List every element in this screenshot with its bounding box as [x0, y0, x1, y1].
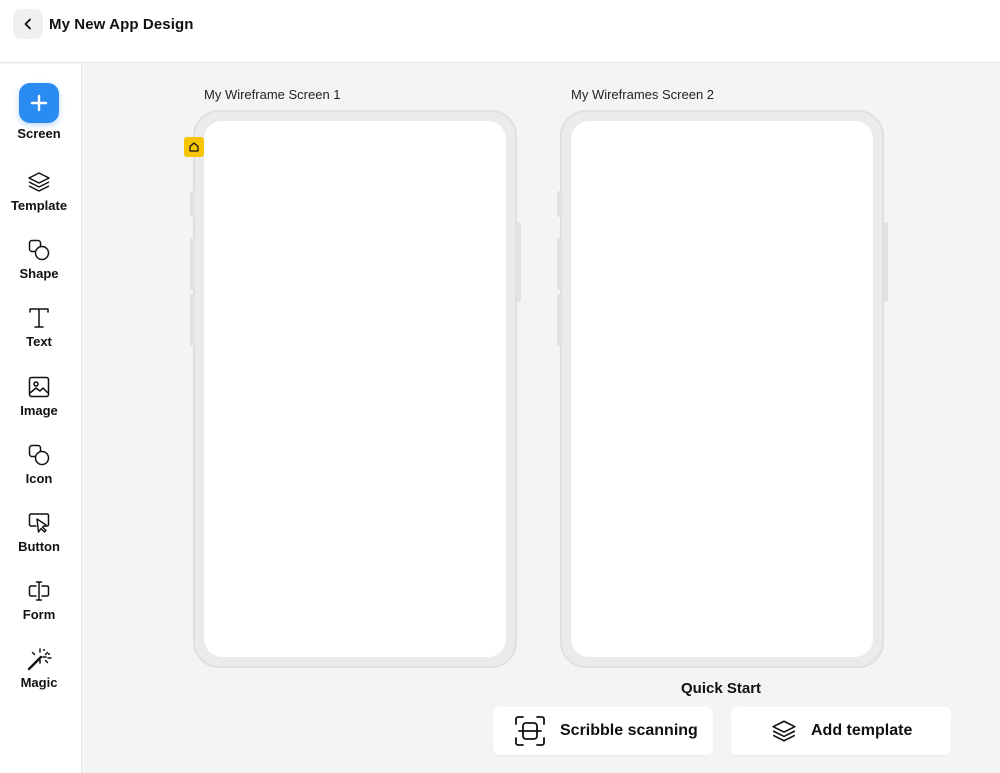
chevron-left-icon	[24, 18, 31, 30]
tool-label: Form	[22, 607, 56, 622]
scribble-scanning-button[interactable]: Scribble scanning	[493, 707, 713, 755]
tool-label: Image	[20, 403, 58, 418]
tool-label: Icon	[25, 471, 53, 486]
scan-icon	[515, 716, 545, 746]
text-cursor-icon	[28, 581, 50, 601]
app-title: My New App Design	[49, 16, 194, 33]
screen-display[interactable]	[204, 121, 506, 657]
tool-label: Screen	[17, 126, 61, 141]
screen-title[interactable]: My Wireframe Screen 1	[204, 87, 341, 102]
magic-wand-icon	[27, 648, 52, 671]
plus-icon	[30, 94, 48, 112]
back-button[interactable]	[13, 9, 43, 39]
tool-icon[interactable]: Icon	[0, 442, 78, 486]
wireframe-screen-1[interactable]	[193, 110, 517, 668]
layers-icon	[28, 172, 50, 192]
tool-label: Shape	[19, 266, 59, 281]
screen-display[interactable]	[571, 121, 873, 657]
phone-side-button	[190, 191, 194, 217]
tool-text[interactable]: Text	[0, 305, 78, 349]
tool-screen[interactable]: Screen	[0, 83, 78, 141]
image-icon	[28, 376, 50, 398]
tool-template[interactable]: Template	[0, 169, 78, 213]
tool-form[interactable]: Form	[0, 578, 78, 622]
tool-shape[interactable]: Shape	[0, 237, 78, 281]
quick-start-title: Quick Start	[681, 680, 762, 697]
phone-side-button	[557, 294, 561, 346]
tool-label: Magic	[20, 675, 58, 690]
tool-label: Text	[26, 334, 52, 349]
tool-label: Template	[10, 198, 68, 213]
tool-image[interactable]: Image	[0, 374, 78, 418]
text-icon	[29, 308, 49, 328]
design-canvas[interactable]: My Wireframe Screen 1 My Wireframes Scre…	[83, 64, 1000, 773]
action-label: Add template	[811, 722, 913, 739]
add-screen-button[interactable]	[19, 83, 59, 123]
tool-magic[interactable]: Magic	[0, 646, 78, 690]
home-icon	[189, 142, 199, 152]
top-bar: My New App Design	[0, 0, 1000, 63]
tool-label: Button	[18, 539, 60, 554]
home-screen-badge[interactable]	[184, 137, 204, 157]
tool-button[interactable]: Button	[0, 510, 78, 554]
layers-icon	[772, 720, 796, 742]
add-template-button[interactable]: Add template	[731, 707, 951, 755]
phone-side-button	[557, 191, 561, 217]
wireframe-screen-2[interactable]	[560, 110, 884, 668]
cursor-click-icon	[28, 513, 50, 533]
phone-side-button	[190, 238, 194, 290]
tool-sidebar: Screen Template Shape Text Image Icon Bu…	[0, 64, 82, 773]
action-label: Scribble scanning	[560, 722, 698, 739]
shapes-icon	[28, 239, 50, 261]
phone-side-button	[517, 222, 521, 302]
phone-side-button	[557, 238, 561, 290]
screen-title[interactable]: My Wireframes Screen 2	[571, 87, 714, 102]
phone-side-button	[190, 294, 194, 346]
icon-shapes-icon	[28, 444, 50, 466]
phone-side-button	[884, 222, 888, 302]
